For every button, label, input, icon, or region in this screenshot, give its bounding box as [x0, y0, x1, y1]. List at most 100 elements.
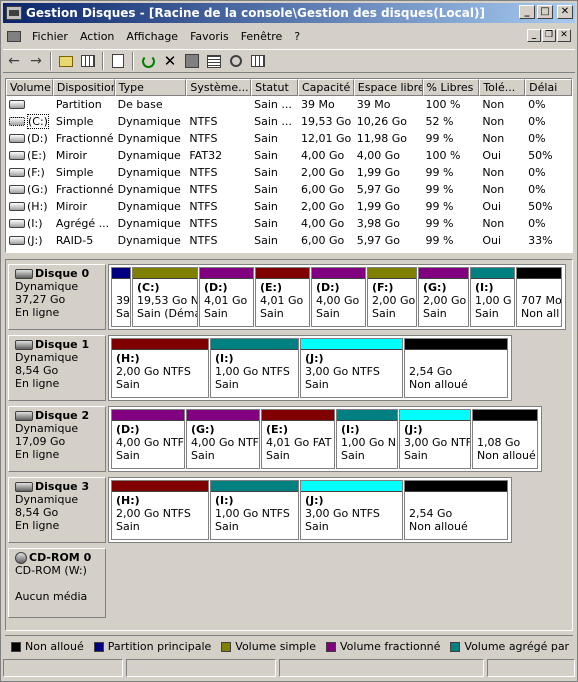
volume-row[interactable]: (I:) Agrégé ... Dynamique NTFS Sain 4,00 Go 3,…: [6, 215, 572, 232]
volume-cell: 12,01 Go: [300, 132, 352, 145]
volume-cell: [6, 100, 53, 109]
partition-block[interactable]: (E:) 4,01 Go Sain: [255, 267, 310, 327]
partition-block[interactable]: (H:) 2,00 Go NTFS Sain: [111, 338, 209, 398]
child-restore-button[interactable]: ❐: [542, 29, 556, 42]
partition-block[interactable]: 2,54 Go Non alloué: [404, 480, 508, 540]
up-folder-icon[interactable]: [55, 51, 77, 71]
volume-row[interactable]: (C:) Simple Dynamique NTFS Sain ... 19,53 Go 1…: [6, 113, 572, 130]
partition-size: 4,01 Go: [260, 294, 304, 307]
partition-block[interactable]: 707 Mo Non all: [516, 267, 562, 327]
disk-list-icon[interactable]: [203, 51, 225, 71]
disk-type: Dynamique: [15, 351, 79, 364]
partition-color-bar: [419, 268, 468, 279]
partition-color-bar: [262, 410, 334, 421]
partition-block[interactable]: 39 Sa: [111, 267, 131, 327]
refresh-icon[interactable]: [137, 51, 159, 71]
search-icon[interactable]: [225, 51, 247, 71]
partition-block[interactable]: (D:) 4,00 Go Sain: [311, 267, 366, 327]
partition-block[interactable]: (J:) 3,00 Go NTF Sain: [399, 409, 471, 469]
volume-cell: (D:): [6, 132, 53, 145]
legend-item: Partition principale: [93, 640, 212, 653]
partition-block[interactable]: (G:) 2,00 Go Sain: [418, 267, 469, 327]
volume-cell: Dynamique: [117, 149, 181, 162]
partition-block[interactable]: (G:) 4,00 Go NTF Sain: [186, 409, 260, 469]
partition-block[interactable]: (C:)19,53 Go NSain (Démar: [132, 267, 198, 327]
column-header[interactable]: Espace libre: [353, 79, 423, 96]
partition-block[interactable]: (H:) 2,00 Go NTFS Sain: [111, 480, 209, 540]
volume-cell: RAID-5: [55, 234, 94, 247]
cdrom-label[interactable]: CD-ROM 0 CD-ROM (W:) Aucun média: [8, 548, 106, 618]
maximize-button[interactable]: □: [537, 5, 553, 19]
partition-size: 3,00 Go NTF: [404, 436, 470, 449]
column-header[interactable]: Statut: [251, 79, 298, 96]
volume-cell: NTFS: [189, 132, 218, 145]
column-header[interactable]: Disposition: [52, 79, 115, 96]
disk-label[interactable]: Disque 3 Dynamique 8,54 Go En ligne: [8, 477, 106, 543]
disk-label[interactable]: Disque 1 Dynamique 8,54 Go En ligne: [8, 335, 106, 401]
partition-block[interactable]: (I:) 1,00 Go NTFS Sain: [210, 338, 299, 398]
volume-row[interactable]: (F:) Simple Dynamique NTFS Sain 2,00 Go 1,99 G…: [6, 164, 572, 181]
partition-block[interactable]: (E:) 4,01 Go FAT Sain: [261, 409, 335, 469]
settings-icon[interactable]: [247, 51, 269, 71]
disk-label[interactable]: Disque 2 Dynamique 17,09 Go En ligne: [8, 406, 106, 472]
partition-block[interactable]: 2,54 Go Non alloué: [404, 338, 508, 398]
partition-color-bar: [473, 410, 537, 421]
partition-block[interactable]: 1,08 Go Non alloué: [472, 409, 538, 469]
column-header[interactable]: Délai: [525, 79, 572, 96]
forward-arrow-icon[interactable]: →: [25, 51, 47, 71]
child-close-button[interactable]: ✕: [557, 29, 571, 42]
disk-name: Disque 2: [35, 409, 90, 422]
close-button[interactable]: ✕: [557, 5, 573, 19]
volume-cell: 99 %: [425, 234, 454, 247]
disk-name: Disque 1: [35, 338, 90, 351]
title-bar[interactable]: Gestion Disques - [Racine de la console\…: [3, 3, 575, 23]
volume-row[interactable]: (H:) Miroir Dynamique NTFS Sain 2,00 Go 1,99 G…: [6, 198, 572, 215]
partition-status: Non all: [521, 307, 560, 320]
column-header[interactable]: Tolé...: [479, 79, 526, 96]
menu-fenetre[interactable]: Fenêtre: [235, 30, 289, 43]
partition-block[interactable]: (J:) 3,00 Go NTFS Sain: [300, 338, 403, 398]
menu-action[interactable]: Action: [74, 30, 120, 43]
column-header[interactable]: Volume: [6, 79, 53, 96]
volume-icon: [9, 134, 25, 143]
volume-row[interactable]: (D:) Fractionné Dynamique NTFS Sain 12,01 Go 1…: [6, 130, 572, 147]
volume-cell: (G:): [6, 183, 53, 196]
partition-info: (H:) 2,00 Go NTFS Sain: [112, 492, 208, 535]
child-minimize-button[interactable]: _: [527, 29, 541, 42]
volume-name: (H:): [27, 200, 48, 213]
volume-row[interactable]: Partition De base Sain ... 39 Mo 39 Mo 100 % N…: [6, 96, 572, 113]
column-header[interactable]: Système...: [186, 79, 252, 96]
check-disk-icon[interactable]: [181, 51, 203, 71]
partition-block[interactable]: (J:) 3,00 Go NTFS Sain: [300, 480, 403, 540]
volume-row[interactable]: (J:) RAID-5 Dynamique NTFS Sain 6,00 Go 5,97 G…: [6, 232, 572, 249]
partition-letter: [521, 281, 557, 294]
properties-icon[interactable]: [107, 51, 129, 71]
column-header[interactable]: % Libres: [422, 79, 480, 96]
disk-label[interactable]: Disque 0 Dynamique 37,27 Go En ligne: [8, 264, 106, 330]
partition-block[interactable]: (I:) 1,00 G Sain: [470, 267, 515, 327]
partition-block[interactable]: (D:) 4,00 Go NTF Sain: [111, 409, 185, 469]
menu-fichier[interactable]: Fichier: [26, 30, 74, 43]
column-header[interactable]: Type: [114, 79, 187, 96]
minimize-button[interactable]: _: [519, 5, 535, 19]
disk-size: 17,09 Go: [15, 435, 66, 448]
column-header[interactable]: Capacité: [297, 79, 354, 96]
partition-block[interactable]: (I:) 1,00 Go NTFS Sain: [210, 480, 299, 540]
back-arrow-icon[interactable]: ←: [3, 51, 25, 71]
menu-affichage[interactable]: Affichage: [120, 30, 184, 43]
volume-row[interactable]: (G:) Fractionné Dynamique NTFS Sain 6,00 Go 5,…: [6, 181, 572, 198]
legend-label: Partition principale: [107, 640, 212, 653]
delete-icon[interactable]: ✕: [159, 51, 181, 71]
disk-row: Disque 1 Dynamique 8,54 Go En ligne (H:) 2,00…: [8, 335, 568, 401]
console-icon[interactable]: [6, 28, 22, 44]
menu-favoris[interactable]: Favoris: [184, 30, 235, 43]
volume-row[interactable]: (E:) Miroir Dynamique FAT32 Sain 4,00 Go 4,00 …: [6, 147, 572, 164]
show-hide-tree-icon[interactable]: [77, 51, 99, 71]
partition-block[interactable]: (F:) 2,00 Go Sain: [367, 267, 417, 327]
partition-block[interactable]: (D:) 4,01 Go Sain: [199, 267, 254, 327]
menu-help[interactable]: ?: [288, 30, 306, 43]
partition-block[interactable]: (I:) 1,00 Go N Sain: [336, 409, 398, 469]
disk-size: 8,54 Go: [15, 364, 59, 377]
partition-letter: [409, 352, 503, 365]
volume-cell: Non: [482, 217, 505, 230]
